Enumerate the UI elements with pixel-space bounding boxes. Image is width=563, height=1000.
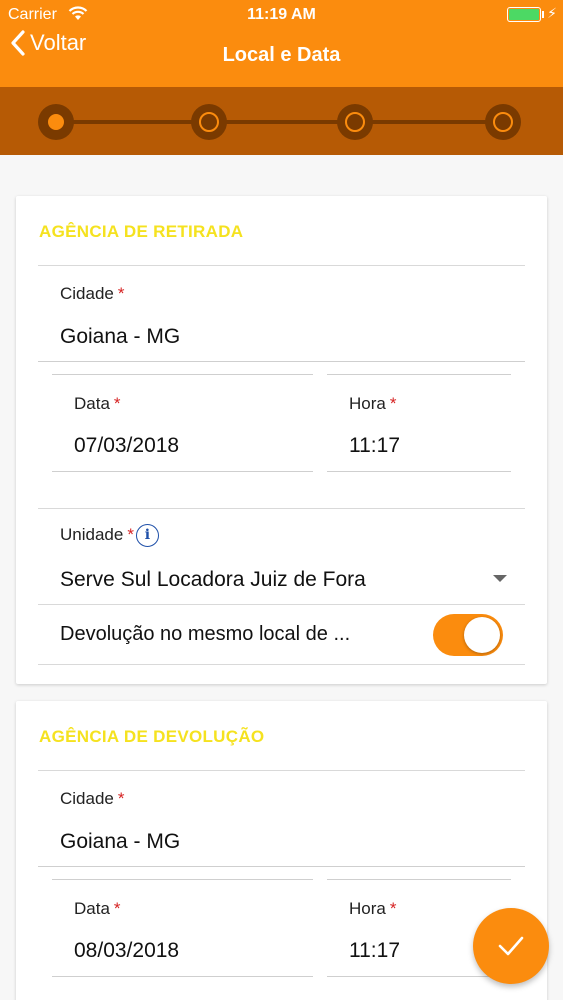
- toggle-knob: [464, 617, 500, 653]
- navigation-bar: Carrier 11:19 AM ⚡ Voltar Local e Data: [0, 0, 563, 87]
- pickup-date-field[interactable]: 07/03/2018: [74, 434, 179, 458]
- section-divider: [38, 770, 525, 771]
- pickup-date-label: Data *: [74, 394, 121, 413]
- charging-icon: ⚡: [547, 5, 557, 21]
- step-4-indicator: [485, 104, 521, 140]
- return-date-field[interactable]: 08/03/2018: [74, 939, 179, 963]
- section-divider: [38, 664, 525, 665]
- page-title: Local e Data: [222, 44, 341, 66]
- return-city-label: Cidade *: [60, 789, 125, 808]
- battery-tip: [542, 11, 544, 18]
- pickup-time-label: Hora *: [349, 394, 397, 413]
- field-topline: [52, 879, 313, 880]
- step-1-indicator: [38, 104, 74, 140]
- app-screen: Carrier 11:19 AM ⚡ Voltar Local e Data A…: [0, 0, 563, 1000]
- battery-icon: [507, 7, 541, 22]
- return-time-label: Hora *: [349, 899, 397, 918]
- pickup-unit-label: Unidade * i: [60, 524, 159, 547]
- field-underline: [38, 866, 525, 867]
- field-underline: [52, 976, 313, 977]
- progress-stepper: [0, 87, 563, 155]
- pickup-unit-select[interactable]: Serve Sul Locadora Juiz de Fora: [60, 568, 366, 592]
- status-time: 11:19 AM: [247, 6, 316, 23]
- field-topline: [52, 374, 313, 375]
- pickup-city-label: Cidade *: [60, 284, 125, 303]
- same-place-label: Devolução no mesmo local de ...: [60, 623, 351, 645]
- pickup-time-field[interactable]: 11:17: [349, 434, 400, 458]
- field-topline: [327, 374, 511, 375]
- pickup-city-field[interactable]: Goiana - MG: [60, 325, 180, 349]
- step-2-indicator: [191, 104, 227, 140]
- stepper-line: [56, 120, 504, 124]
- field-topline: [327, 879, 511, 880]
- return-time-field[interactable]: 11:17: [349, 939, 400, 963]
- section-divider: [38, 604, 525, 605]
- section-divider: [38, 508, 525, 509]
- return-agency-card: AGÊNCIA DE DEVOLUÇÃO Cidade * Goiana - MG…: [16, 701, 547, 1000]
- step-3-indicator: [337, 104, 373, 140]
- return-section-title: AGÊNCIA DE DEVOLUÇÃO: [39, 727, 265, 746]
- field-underline: [327, 976, 511, 977]
- section-divider: [38, 265, 525, 266]
- info-icon[interactable]: i: [135, 524, 159, 547]
- pickup-section-title: AGÊNCIA DE RETIRADA: [39, 222, 244, 241]
- status-bar: Carrier 11:19 AM ⚡: [0, 0, 563, 30]
- field-underline: [52, 471, 313, 472]
- same-place-toggle[interactable]: [433, 614, 503, 656]
- return-date-label: Data *: [74, 899, 121, 918]
- field-underline: [38, 361, 525, 362]
- pickup-agency-card: AGÊNCIA DE RETIRADA Cidade * Goiana - MG …: [16, 196, 547, 684]
- confirm-button[interactable]: [473, 908, 549, 984]
- return-city-field[interactable]: Goiana - MG: [60, 830, 180, 854]
- chevron-down-icon[interactable]: [493, 575, 507, 582]
- field-underline: [327, 471, 511, 472]
